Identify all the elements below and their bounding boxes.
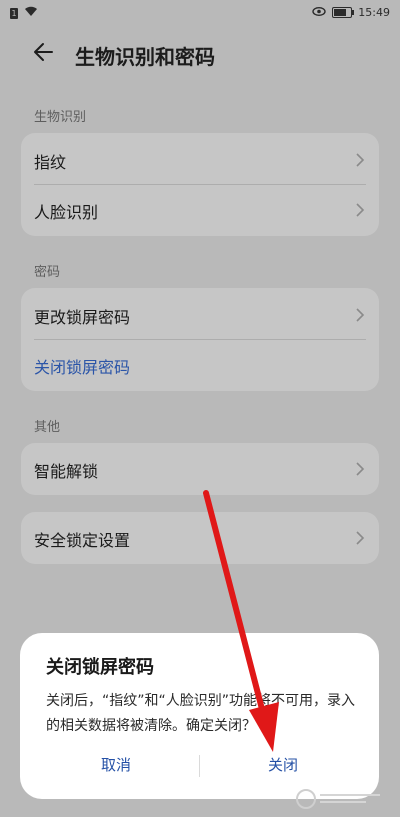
status-time: 15:49 (358, 6, 390, 19)
row-label: 指纹 (34, 153, 67, 172)
battery-icon (332, 7, 355, 18)
battery-fill (334, 9, 347, 16)
chevron-right-icon (355, 461, 365, 477)
chevron-right-icon (355, 202, 365, 218)
wifi-icon (24, 6, 38, 20)
eye-icon (312, 6, 326, 19)
row-label: 智能解锁 (34, 462, 99, 481)
confirm-close-button[interactable]: 关闭 (213, 751, 353, 779)
section-label-other: 其他 (34, 420, 61, 435)
row-face-recognition[interactable]: 人脸识别 (21, 185, 379, 235)
card-biometrics: 指纹 人脸识别 (21, 133, 379, 236)
chevron-right-icon (355, 530, 365, 546)
row-security-lock-settings[interactable]: 安全锁定设置 (21, 513, 379, 563)
card-smart-unlock: 智能解锁 (21, 443, 379, 495)
row-label: 更改锁屏密码 (34, 308, 131, 327)
section-label-password: 密码 (34, 265, 61, 280)
cancel-button[interactable]: 取消 (46, 751, 186, 779)
chevron-right-icon (355, 152, 365, 168)
status-bar: 1 15:49 (0, 0, 400, 26)
row-turn-off-lock-password[interactable]: 关闭锁屏密码 (21, 340, 379, 390)
confirm-dialog: 关闭锁屏密码 关闭后，“指纹”和“人脸识别”功能将不可用，录入的相关数据将被清除… (20, 633, 379, 799)
card-password: 更改锁屏密码 关闭锁屏密码 (21, 288, 379, 391)
page-title: 生物识别和密码 (75, 45, 215, 69)
row-smart-unlock[interactable]: 智能解锁 (21, 444, 379, 494)
dialog-title: 关闭锁屏密码 (46, 657, 154, 678)
row-change-lock-password[interactable]: 更改锁屏密码 (21, 290, 379, 340)
row-label: 关闭锁屏密码 (34, 358, 131, 377)
row-fingerprint[interactable]: 指纹 (21, 135, 379, 185)
card-security-lock-settings: 安全锁定设置 (21, 512, 379, 564)
row-label: 安全锁定设置 (34, 531, 131, 550)
row-label: 人脸识别 (34, 203, 99, 222)
header: 生物识别和密码 (0, 28, 400, 80)
dialog-message: 关闭后，“指纹”和“人脸识别”功能将不可用，录入的相关数据将被清除。确定关闭？ (46, 693, 356, 734)
watermark-logo (294, 784, 394, 814)
back-arrow-icon[interactable] (30, 38, 58, 66)
section-label-biometrics: 生物识别 (34, 110, 87, 125)
sim-badge: 1 (10, 7, 18, 19)
chevron-right-icon (355, 307, 365, 323)
dialog-button-divider (199, 755, 200, 777)
